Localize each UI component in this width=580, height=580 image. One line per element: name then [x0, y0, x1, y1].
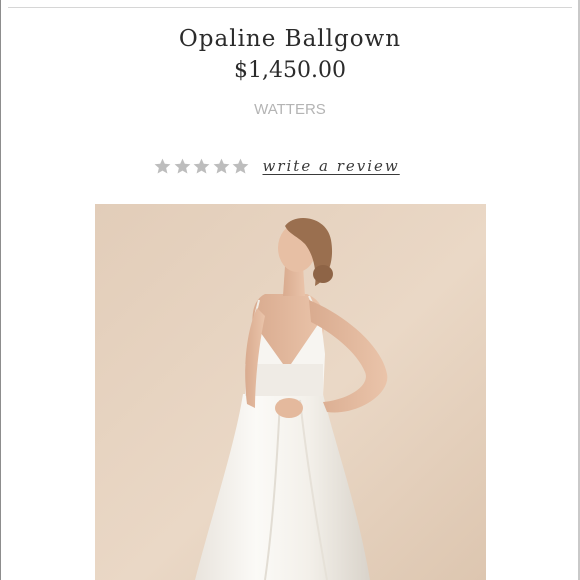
- star-icon: [212, 157, 231, 176]
- write-review-link[interactable]: write a review: [263, 153, 400, 179]
- star-rating[interactable]: [153, 153, 251, 179]
- left-border: [0, 0, 1, 580]
- product-price: $1,450.00: [234, 58, 346, 83]
- star-icon: [231, 157, 250, 176]
- star-icon: [153, 157, 172, 176]
- top-divider: [8, 7, 572, 8]
- product-page: Opaline Ballgown $1,450.00 WATTERS write…: [0, 0, 580, 580]
- brand-link[interactable]: WATTERS: [0, 100, 580, 120]
- product-photo[interactable]: [95, 204, 486, 580]
- dress-photo-illustration: [95, 204, 486, 580]
- product-title: Opaline Ballgown: [178, 26, 402, 52]
- star-icon: [192, 157, 211, 176]
- star-icon: [173, 157, 192, 176]
- rating-row: write a review: [153, 153, 400, 179]
